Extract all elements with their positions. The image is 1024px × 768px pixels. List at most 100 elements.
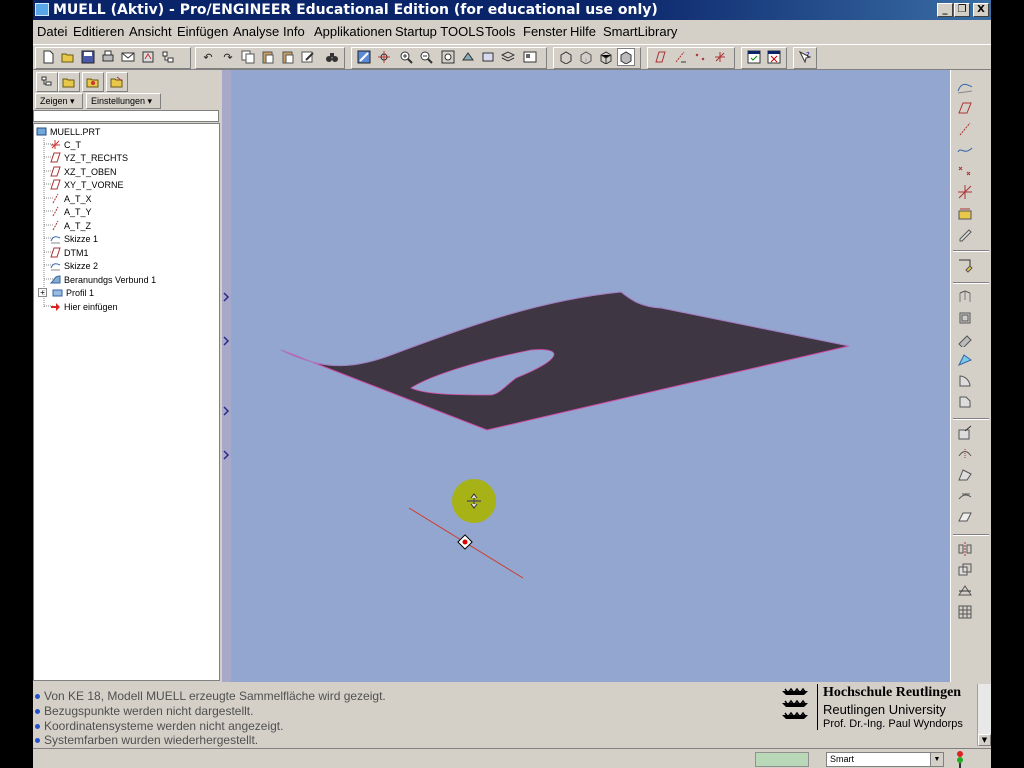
tree-item-a-t-x[interactable]: A_T_X [50, 192, 92, 205]
favorites-tab-icon[interactable] [82, 72, 104, 92]
wireframe-icon[interactable] [557, 48, 575, 66]
hole-tool-icon[interactable] [956, 424, 974, 442]
find-icon[interactable] [323, 48, 341, 66]
trim-tool-icon[interactable] [956, 582, 974, 600]
reorient-icon[interactable] [459, 48, 477, 66]
merge-tool-icon[interactable] [956, 561, 974, 579]
tree-root[interactable]: MUELL.PRT [36, 125, 100, 138]
tree-item-skizze-2[interactable]: Skizze 2 [50, 259, 98, 272]
zoom-in-icon[interactable] [397, 48, 415, 66]
restore-button[interactable]: ❐ [954, 3, 970, 17]
draft-tool-icon[interactable] [956, 487, 974, 505]
blend-tool-icon[interactable] [956, 351, 974, 369]
scroll-down-icon[interactable]: ▼ [978, 734, 991, 746]
extrude-tool-icon[interactable] [956, 288, 974, 306]
menu-info[interactable]: Info [283, 24, 305, 39]
connections-tab-icon[interactable] [106, 72, 128, 92]
settings-dropdown[interactable]: Einstellungen ▾ [86, 93, 161, 109]
shading-icon[interactable] [617, 48, 635, 66]
menu-hilfe[interactable]: Hilfe [570, 24, 596, 39]
datum-axes-toggle-icon[interactable] [671, 48, 689, 66]
paste-icon[interactable] [259, 48, 277, 66]
chevron-down-icon[interactable]: ▼ [930, 753, 943, 766]
new-file-icon[interactable] [39, 48, 57, 66]
open-file-icon[interactable] [59, 48, 77, 66]
zoom-out-icon[interactable] [417, 48, 435, 66]
tree-item-yz-t-rechts[interactable]: YZ_T_RECHTS [50, 151, 128, 164]
close-window-icon[interactable] [765, 48, 783, 66]
datum-axis-tool-icon[interactable] [956, 120, 974, 138]
tree-item-xy-t-vorne[interactable]: XY_T_VORNE [50, 178, 124, 191]
saved-views-icon[interactable] [479, 48, 497, 66]
pattern-tool-icon[interactable] [956, 603, 974, 621]
sketch-tool-icon[interactable] [956, 256, 974, 274]
undo-icon[interactable]: ↶ [199, 48, 217, 66]
copy-icon[interactable] [239, 48, 257, 66]
model-tree-tab-icon[interactable] [36, 72, 58, 92]
spin-center-icon[interactable] [375, 48, 393, 66]
paste-special-icon[interactable] [279, 48, 297, 66]
menu-fenster[interactable]: Fenster [523, 24, 567, 39]
datum-point-tool-icon[interactable] [956, 162, 974, 180]
tree-item-a-t-z[interactable]: A_T_Z [50, 219, 91, 232]
sweep-tool-icon[interactable] [956, 330, 974, 348]
model-canvas[interactable] [231, 70, 950, 682]
tree-item-dtm1[interactable]: DTM1 [50, 246, 89, 259]
shell-tool-icon[interactable] [956, 445, 974, 463]
chamfer-tool-icon[interactable] [956, 393, 974, 411]
context-help-icon[interactable]: ? [796, 48, 814, 66]
refit-icon[interactable] [439, 48, 457, 66]
minimize-button[interactable]: _ [937, 3, 953, 17]
layers-icon[interactable] [499, 48, 517, 66]
analysis-feature-icon[interactable] [956, 204, 974, 222]
regenerate-icon[interactable] [139, 48, 157, 66]
datum-curve-tool-icon[interactable] [956, 141, 974, 159]
revolve-tool-icon[interactable] [956, 309, 974, 327]
tree-item-beranundgs-verbund-1[interactable]: Beranundgs Verbund 1 [50, 273, 156, 286]
tree-item-profil-1[interactable]: + Profil 1 [38, 286, 94, 299]
sketched-datum-curve-icon[interactable] [956, 78, 974, 96]
print-icon[interactable] [99, 48, 117, 66]
folder-browser-tab-icon[interactable] [58, 72, 80, 92]
round-tool-icon[interactable] [956, 372, 974, 390]
datum-plane-tool-icon[interactable] [956, 99, 974, 117]
show-dropdown[interactable]: Zeigen ▾ [35, 93, 83, 109]
message-scrollbar[interactable]: ▼ [977, 684, 991, 746]
graphics-window[interactable] [231, 70, 950, 682]
cosmetic-tool-icon[interactable] [956, 508, 974, 526]
pencil-tool-icon[interactable] [956, 225, 974, 243]
panel-resize-sash[interactable] [222, 70, 231, 682]
redo-icon[interactable]: ↷ [219, 48, 237, 66]
mirror-tool-icon[interactable] [956, 540, 974, 558]
datum-point-marker[interactable] [457, 534, 473, 550]
datum-points-toggle-icon[interactable] [691, 48, 709, 66]
no-hidden-icon[interactable] [597, 48, 615, 66]
repaint-icon[interactable] [355, 48, 373, 66]
datum-planes-toggle-icon[interactable] [651, 48, 669, 66]
menu-einfuegen[interactable]: Einfügen [177, 24, 228, 39]
menu-startup-tools[interactable]: Startup TOOLS [395, 24, 484, 39]
edit-definition-icon[interactable] [299, 48, 317, 66]
model-tree-icon[interactable] [159, 48, 177, 66]
tree-item-hier-einfuegen[interactable]: Hier einfügen [50, 300, 118, 313]
hidden-line-icon[interactable] [577, 48, 595, 66]
menu-ansicht[interactable]: Ansicht [129, 24, 172, 39]
menu-tools[interactable]: Tools [485, 24, 515, 39]
menu-applikationen[interactable]: Applikationen [314, 24, 392, 39]
menu-datei[interactable]: Datei [37, 24, 67, 39]
activate-window-icon[interactable] [745, 48, 763, 66]
menu-smartlibrary[interactable]: SmartLibrary [603, 24, 677, 39]
save-icon[interactable] [79, 48, 97, 66]
coord-sys-toggle-icon[interactable] [711, 48, 729, 66]
view-manager-icon[interactable] [521, 48, 539, 66]
expand-plus-icon[interactable]: + [38, 288, 47, 297]
coord-system-tool-icon[interactable] [956, 183, 974, 201]
tree-item-a-t-y[interactable]: A_T_Y [50, 205, 92, 218]
tree-item-xz-t-oben[interactable]: XZ_T_OBEN [50, 165, 117, 178]
rib-tool-icon[interactable] [956, 466, 974, 484]
menu-editieren[interactable]: Editieren [73, 24, 124, 39]
tree-item-c-t[interactable]: C_T [50, 138, 81, 151]
selection-filter-dropdown[interactable]: Smart ▼ [826, 752, 944, 767]
tree-item-skizze-1[interactable]: Skizze 1 [50, 232, 98, 245]
menu-analyse[interactable]: Analyse [233, 24, 279, 39]
